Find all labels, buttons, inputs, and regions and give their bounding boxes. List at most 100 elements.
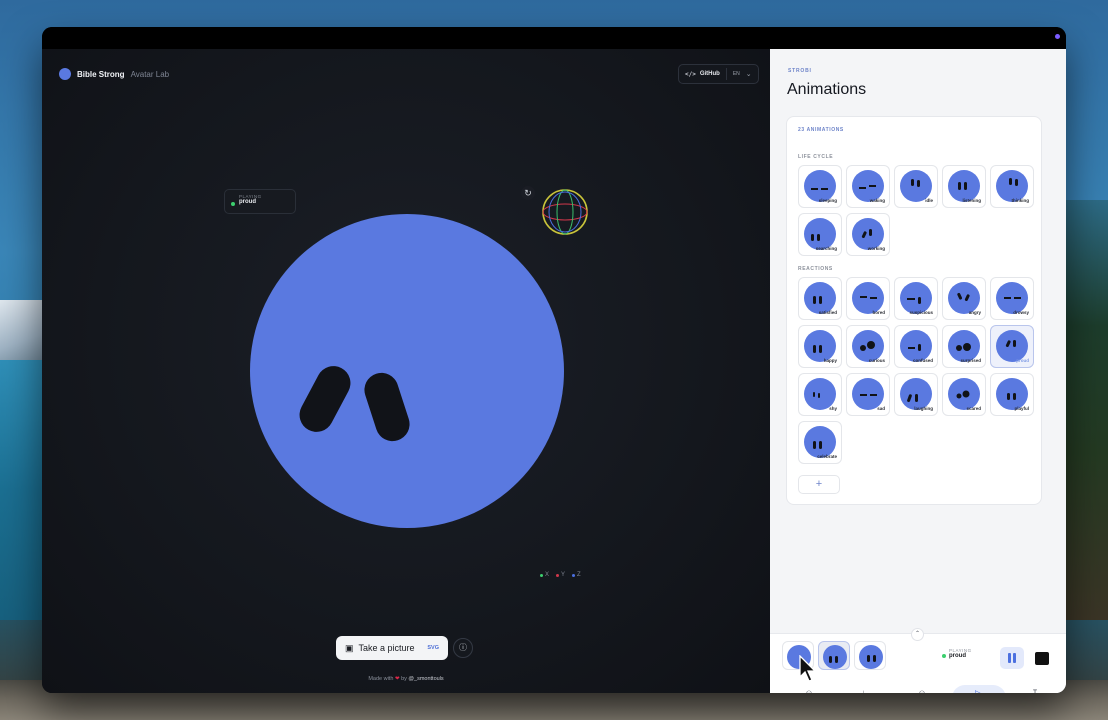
nav-animations[interactable]: ▷Animations	[951, 685, 1006, 693]
author-link[interactable]: @_smonttouls	[408, 676, 443, 682]
pause-icon	[1008, 653, 1011, 663]
nav-strobi[interactable]: ☺Strobi	[782, 685, 836, 693]
face-icon: ☺	[804, 688, 814, 693]
status-dot	[942, 654, 946, 658]
dock-playing-value: proud	[949, 653, 966, 659]
animation-tile-waking[interactable]: waking	[846, 165, 890, 208]
animation-tile-playful[interactable]: playful	[990, 373, 1034, 416]
heart-icon: ❤	[394, 676, 400, 682]
avatar-face[interactable]	[250, 214, 564, 528]
made-with-text: Made with	[368, 676, 394, 682]
brand-subtitle: Avatar Lab	[130, 69, 170, 79]
download-icon: ↧	[1031, 688, 1039, 693]
animation-tile-label: angry	[968, 310, 981, 315]
lifecycle-grid: sleeping waking idle listening thinking searc…	[798, 165, 1034, 256]
animation-tile-suspicious[interactable]: suspicious	[894, 277, 938, 320]
thumb-item[interactable]	[854, 641, 886, 670]
language-label[interactable]: EN	[727, 71, 746, 77]
header-actions: </> GitHub EN ⌄	[678, 64, 759, 84]
animation-tile-shy[interactable]: shy	[798, 373, 842, 416]
thumb-item[interactable]	[818, 641, 850, 670]
smile-icon: ☺	[917, 688, 927, 693]
animation-tile-searching[interactable]: searching	[798, 213, 842, 256]
info-icon[interactable]: ⓘ	[453, 638, 473, 658]
animation-tile-label: laughing	[914, 406, 933, 411]
side-panel: STROBI Animations 23 ANIMATIONS LIFE CYC…	[770, 49, 1066, 693]
animation-tile-sad[interactable]: sad	[846, 373, 890, 416]
animation-tile-celebrate[interactable]: celebrate	[798, 421, 842, 464]
animation-tile-label: shy	[829, 406, 837, 411]
animation-tile-label: working	[867, 246, 885, 251]
nav-pose[interactable]: ∟Pose	[839, 685, 893, 693]
animation-tile-label: happy	[823, 358, 837, 363]
animation-tile-working[interactable]: working	[846, 213, 890, 256]
by-text: by	[401, 676, 407, 682]
panel-tag: STROBI	[788, 68, 812, 74]
animation-tile-sleeping[interactable]: sleeping	[798, 165, 842, 208]
reset-view-icon[interactable]: ↻	[521, 186, 535, 200]
animation-tile-label: proud	[1016, 358, 1029, 363]
animation-tile-angry[interactable]: angry	[942, 277, 986, 320]
nav-expressions[interactable]: ☺Expressions	[895, 685, 949, 693]
stop-button[interactable]	[1035, 652, 1049, 665]
animation-tile-drowsy[interactable]: drowsy	[990, 277, 1034, 320]
animation-tile-label: satisfied	[818, 310, 837, 315]
bottom-nav: ☺Strobi∟Pose☺Expressions▷Animations↧Expo…	[782, 685, 1062, 693]
animation-tile-label: curious	[868, 358, 885, 363]
recent-thumbs	[782, 641, 886, 670]
titlebar-indicator	[1055, 34, 1060, 39]
animation-tile-curious[interactable]: curious	[846, 325, 890, 368]
desktop-lake	[0, 360, 45, 620]
animation-tile-label: confused	[912, 358, 933, 363]
take-picture-button[interactable]: ▣ Take a picture SVG	[336, 636, 448, 660]
brand[interactable]: Bible Strong Avatar Lab	[59, 68, 169, 80]
window-titlebar	[42, 27, 1066, 49]
github-button[interactable]: </> GitHub	[679, 65, 726, 83]
axis-icon: ∟	[861, 688, 870, 693]
animation-tile-label: surprised	[960, 358, 981, 363]
axes-legend: X Y Z	[540, 572, 581, 578]
nav-export[interactable]: ↧Export	[1008, 685, 1062, 693]
animation-tile-label: sleeping	[818, 198, 837, 203]
take-picture-label: Take a picture	[358, 643, 415, 653]
pause-button[interactable]	[1000, 647, 1024, 669]
animation-tile-listening[interactable]: listening	[942, 165, 986, 208]
animations-count: 23 ANIMATIONS	[798, 127, 844, 133]
animation-tile-label: suspicious	[909, 310, 933, 315]
animation-tile-scared[interactable]: scared	[942, 373, 986, 416]
animation-tile-label: drowsy	[1013, 310, 1029, 315]
animation-tile-label: scared	[966, 406, 981, 411]
animation-tile-idle[interactable]: idle	[894, 165, 938, 208]
github-label: GitHub	[699, 71, 720, 77]
axis-y: Y	[556, 572, 565, 578]
animation-tile-label: bored	[872, 310, 885, 315]
add-animation-button[interactable]: +	[798, 475, 840, 494]
chevron-down-icon[interactable]: ⌄	[746, 70, 758, 78]
animation-tile-happy[interactable]: happy	[798, 325, 842, 368]
animation-tile-surprised[interactable]: surprised	[942, 325, 986, 368]
reactions-grid: satisfied bored suspicious angry drowsy happy…	[798, 277, 1034, 464]
animation-tile-label: playful	[1014, 406, 1029, 411]
app-window: Bible Strong Avatar Lab </> GitHub EN ⌄ …	[42, 27, 1066, 693]
animation-tile-label: celebrate	[817, 454, 837, 459]
animation-tile-label: thinking	[1011, 198, 1030, 203]
desktop-trees	[1063, 200, 1108, 620]
avatar-head	[250, 214, 564, 528]
animation-tile-laughing[interactable]: laughing	[894, 373, 938, 416]
play-icon: ▷	[975, 688, 982, 693]
animation-tile-confused[interactable]: confused	[894, 325, 938, 368]
dock-playing-indicator: PLAYING proud	[942, 648, 972, 659]
playing-value: proud	[239, 199, 256, 205]
avatar-stage[interactable]: Bible Strong Avatar Lab </> GitHub EN ⌄ …	[42, 49, 770, 693]
animation-tile-satisfied[interactable]: satisfied	[798, 277, 842, 320]
animation-tile-bored[interactable]: bored	[846, 277, 890, 320]
footer-credit: Made with ❤ by @_smonttouls	[42, 676, 770, 682]
animation-tile-label: sad	[877, 406, 885, 411]
animation-tile-label: searching	[815, 246, 837, 251]
animation-tile-thinking[interactable]: thinking	[990, 165, 1034, 208]
animation-tile-label: listening	[962, 198, 981, 203]
chevron-up-icon[interactable]: ⌃	[911, 628, 924, 641]
camera-icon: ▣	[345, 642, 354, 653]
format-badge: SVG	[427, 645, 439, 651]
animation-tile-proud[interactable]: proud	[990, 325, 1034, 368]
